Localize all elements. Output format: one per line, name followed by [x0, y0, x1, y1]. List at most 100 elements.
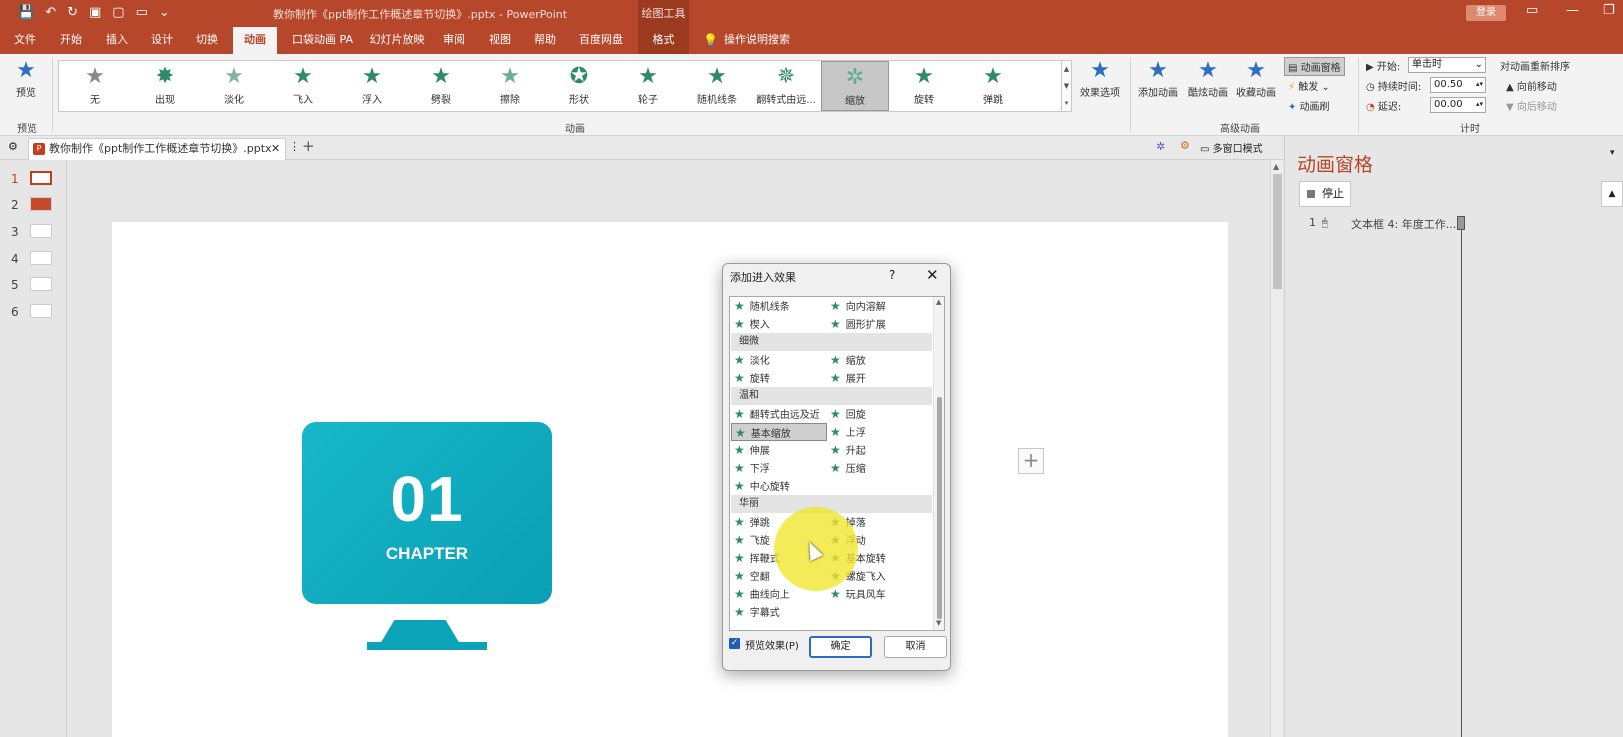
effect-item[interactable]: ★ 升起	[827, 441, 923, 459]
pane-options-icon[interactable]: ▾	[1610, 148, 1615, 158]
gallery-item-wipe[interactable]: ★ 擦除	[476, 61, 544, 111]
tab-help[interactable]: 帮助	[528, 27, 562, 54]
preview-button[interactable]: ★ 预览	[6, 58, 46, 99]
gallery-item-shape[interactable]: ✪ 形状	[545, 61, 613, 111]
move-earlier-button[interactable]: ▲ 向前移动	[1506, 78, 1557, 93]
effect-item[interactable]: ★ 伸展	[731, 441, 827, 459]
tab-view[interactable]: 视图	[483, 27, 517, 54]
thumbnail-3[interactable]: 3	[8, 221, 58, 243]
stop-button[interactable]: 停止	[1299, 181, 1351, 207]
effect-item[interactable]: ★ 缩放	[827, 351, 923, 369]
new-tab-icon[interactable]: +	[302, 137, 315, 155]
effect-item[interactable]: ★ 下浮	[731, 459, 827, 477]
tab-transitions[interactable]: 切换	[190, 27, 224, 54]
undo-icon[interactable]: ↶	[45, 4, 56, 22]
multiwindow-button[interactable]: ▭ 多窗口模式	[1200, 140, 1263, 155]
cool-animation-button[interactable]: ★ 酷炫动画	[1186, 58, 1230, 99]
gallery-item-swivel[interactable]: ★ 旋转	[890, 61, 958, 111]
tab-pocket-animation[interactable]: 口袋动画 PA	[285, 27, 360, 54]
tab-insert[interactable]: 插入	[100, 27, 134, 54]
slideshow-icon[interactable]: ▣	[89, 4, 101, 22]
tab-format[interactable]: 格式	[638, 27, 689, 54]
thumbnail-2[interactable]: 2	[8, 194, 58, 216]
animation-list-item[interactable]: 1 🖰 文本框 4: 年度工作...	[1309, 216, 1456, 231]
effect-item[interactable]: ★ 上浮	[827, 423, 923, 441]
tab-design[interactable]: 设计	[145, 27, 179, 54]
effect-list-scrollbar[interactable]: ▲ ▼	[933, 297, 944, 630]
document-tab[interactable]: P 教你制作《ppt制作工作概述章节切换》.pptx ✕	[28, 138, 286, 160]
move-later-button[interactable]: ▼ 向后移动	[1506, 98, 1557, 113]
gallery-item-appear[interactable]: ✸ 出现	[131, 61, 199, 111]
gallery-item-wheel[interactable]: ★ 轮子	[614, 61, 682, 111]
effect-item[interactable]: ★ 字幕式	[731, 603, 827, 621]
add-animation-button[interactable]: ★ 添加动画	[1136, 58, 1180, 99]
thumbnail-6[interactable]: 6	[8, 301, 58, 323]
effect-item[interactable]: ★ 旋转	[731, 369, 827, 387]
add-content-icon[interactable]: +	[1018, 448, 1044, 474]
tab-home[interactable]: 开始	[54, 27, 88, 54]
timing-bar[interactable]	[1457, 216, 1465, 230]
gallery-item-float-in[interactable]: ★ 浮入	[338, 61, 406, 111]
tab-animations[interactable]: 动画	[233, 27, 277, 54]
tab-slideshow[interactable]: 幻灯片放映	[365, 27, 429, 54]
effect-item[interactable]: ★ 翻转式由远及近	[731, 405, 827, 423]
editor-scrollbar[interactable]: ▲	[1270, 160, 1283, 737]
duration-input[interactable]: 00.50 ▴▾	[1430, 77, 1486, 93]
effect-item[interactable]: ★ 楔入	[731, 315, 827, 333]
gallery-item-fade[interactable]: ★ 淡化	[200, 61, 268, 111]
delay-input[interactable]: 00.00 ▴▾	[1430, 97, 1486, 113]
effect-item[interactable]: ★ 回旋	[827, 405, 923, 423]
scroll-thumb[interactable]	[937, 397, 942, 619]
scroll-up-icon[interactable]: ▲	[936, 298, 941, 306]
effect-item[interactable]: ★ 淡化	[731, 351, 827, 369]
gallery-item-fly-in[interactable]: ★ 飞入	[269, 61, 337, 111]
effect-item[interactable]: ★ 圆形扩展	[827, 315, 923, 333]
scroll-down-icon[interactable]: ▼	[936, 619, 941, 627]
animation-pane-button[interactable]: ▤ 动画窗格	[1284, 57, 1345, 76]
animation-painter-button[interactable]: ✦ 动画刷	[1288, 98, 1330, 113]
ok-button[interactable]: 确定	[809, 636, 872, 658]
slide-canvas[interactable]: 01 CHAPTER	[112, 222, 1228, 737]
restore-icon[interactable]: ❐	[1603, 3, 1615, 18]
scroll-up-icon[interactable]: ▲	[1273, 162, 1279, 171]
gallery-item-random-bars[interactable]: ★ 随机线条	[683, 61, 751, 111]
thumbnail-1[interactable]: 1	[8, 168, 58, 190]
gallery-item-split[interactable]: ★ 劈裂	[407, 61, 475, 111]
monitor-base[interactable]	[367, 642, 487, 650]
collaboration-icon[interactable]: ✲	[1156, 140, 1165, 153]
tell-me-search[interactable]: 操作说明搜索	[722, 27, 792, 54]
start-select[interactable]: 单击时 ⌄	[1408, 57, 1486, 73]
redo-icon[interactable]: ↻	[67, 4, 78, 22]
chapter-number[interactable]: 01	[302, 462, 552, 536]
monitor-shape[interactable]: 01 CHAPTER	[302, 422, 552, 604]
gallery-item-none[interactable]: ★ 无	[61, 61, 129, 111]
trigger-button[interactable]: ⚡ 触发 ⌄	[1288, 78, 1330, 93]
effect-options-button[interactable]: ★ 效果选项	[1076, 58, 1124, 99]
effect-item[interactable]: ★ 展开	[827, 369, 923, 387]
gallery-item-grow-turn[interactable]: ✵ 翻转式由远...	[752, 61, 820, 111]
ribbon-display-icon[interactable]: ▭	[1526, 3, 1538, 18]
preview-checkbox[interactable]: ✓	[729, 638, 740, 649]
cancel-button[interactable]: 取消	[884, 636, 947, 658]
scroll-thumb[interactable]	[1273, 174, 1282, 289]
minimize-icon[interactable]: —	[1566, 3, 1579, 18]
move-up-button[interactable]: ▲	[1601, 181, 1623, 207]
gallery-item-zoom[interactable]: ✲ 缩放	[821, 61, 889, 111]
customize-icon[interactable]: ⌄	[159, 4, 170, 22]
gallery-item-bounce[interactable]: ★ 弹跳	[959, 61, 1027, 111]
tab-review[interactable]: 审阅	[437, 27, 471, 54]
tab-file[interactable]: 文件	[8, 27, 42, 54]
effect-item[interactable]: ★ 中心旋转	[731, 477, 827, 495]
login-button[interactable]: 登录	[1466, 5, 1506, 21]
gallery-scroll[interactable]: ▲ ▼ ▾	[1061, 60, 1072, 112]
close-tab-icon[interactable]: ✕	[271, 139, 280, 159]
settings-icon[interactable]: ⚙	[1180, 139, 1190, 152]
tab-menu-icon[interactable]: ⚙	[8, 140, 18, 153]
preview-checkbox-label[interactable]: 预览效果(P)	[745, 637, 799, 652]
save-icon[interactable]: 💾	[18, 4, 34, 22]
open-icon[interactable]: ▭	[136, 4, 148, 22]
new-icon[interactable]: ▢	[112, 4, 124, 22]
monitor-stand[interactable]	[380, 620, 460, 644]
chapter-label[interactable]: CHAPTER	[302, 544, 552, 564]
thumbnail-4[interactable]: 4	[8, 248, 58, 270]
